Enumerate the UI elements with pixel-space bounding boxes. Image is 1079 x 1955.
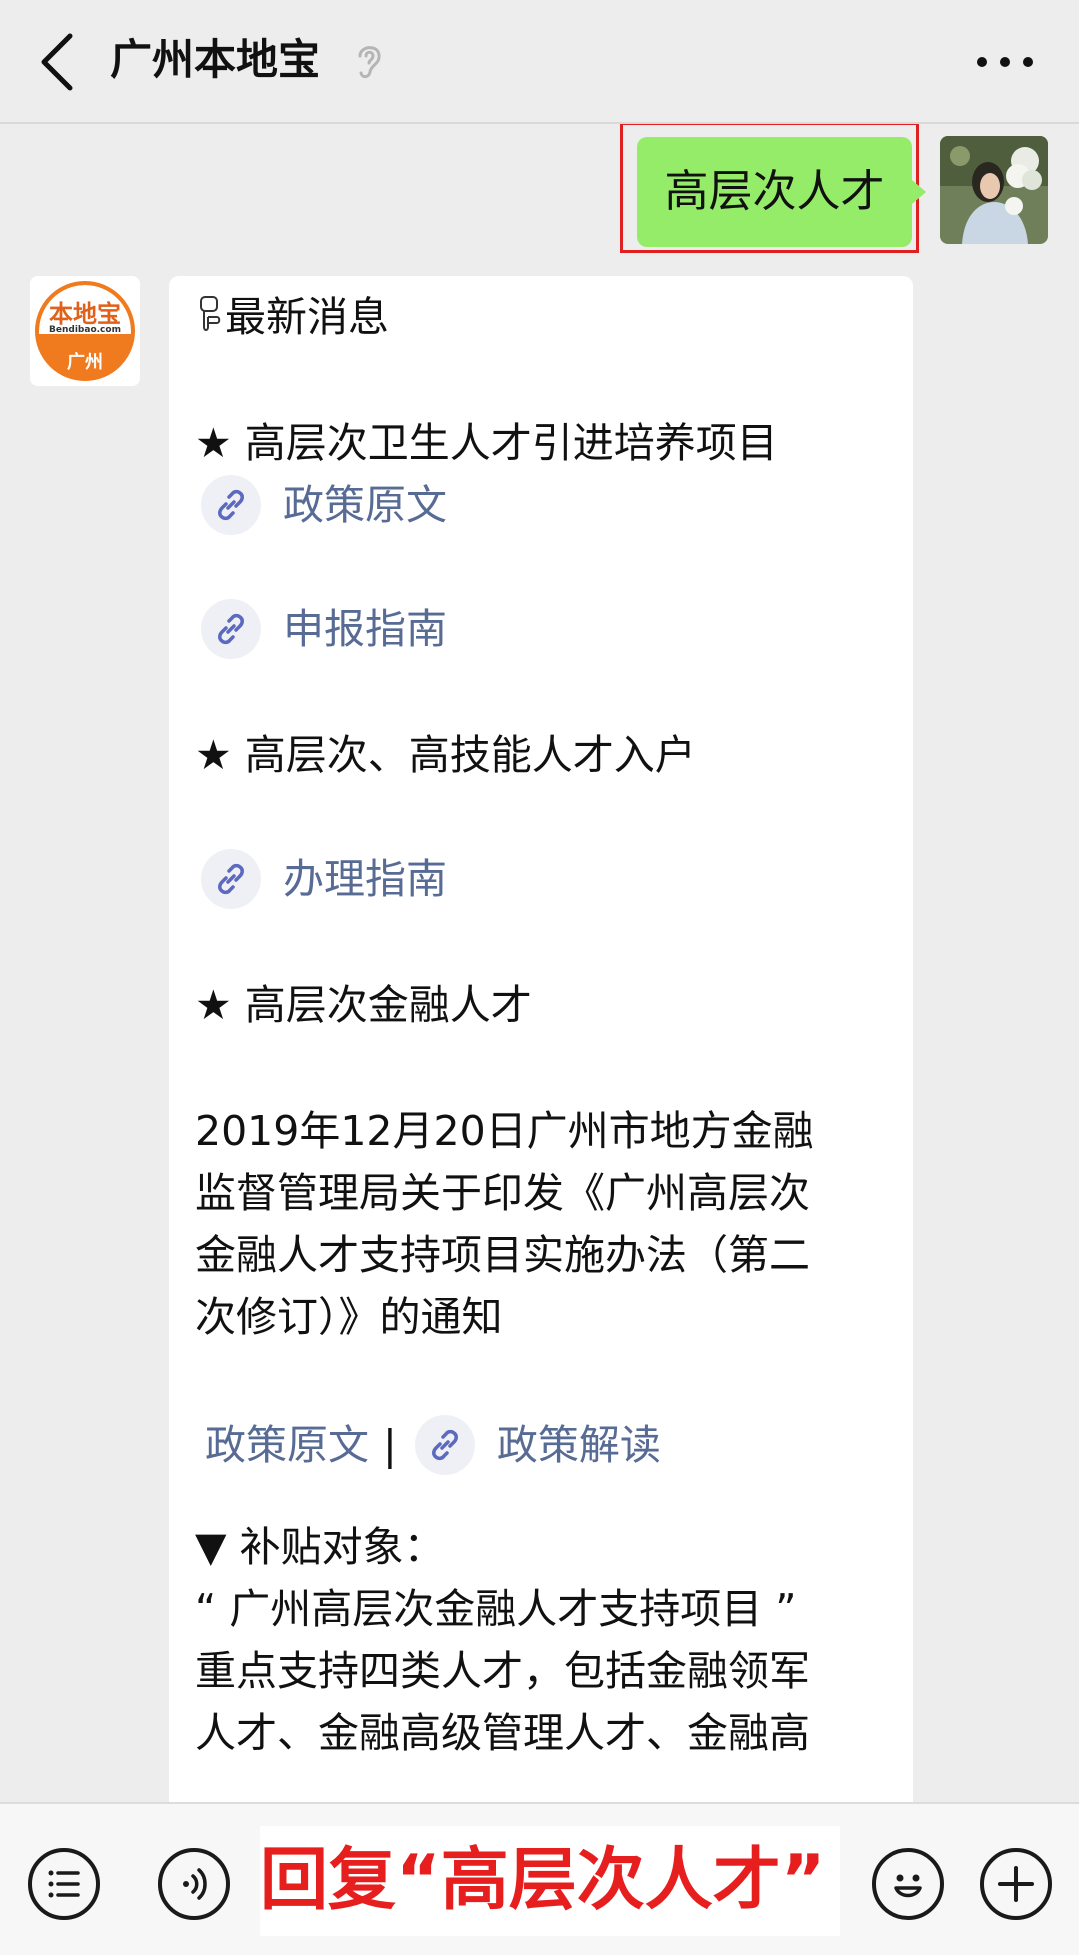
- notice-line-2: 监督管理局关于印发《广州高层次: [195, 1169, 810, 1217]
- ear-icon: [358, 46, 381, 79]
- voice-icon: [183, 1868, 207, 1900]
- link-label[interactable]: 申报指南: [283, 598, 447, 660]
- link-policy-original-finance[interactable]: 政策原文: [205, 1414, 369, 1476]
- notice-line-3: 金融人才支持项目实施办法（第二: [195, 1231, 810, 1279]
- plus-icon: [998, 1866, 1034, 1902]
- back-arrow-icon[interactable]: [28, 22, 88, 102]
- chat-area[interactable]: 高层次人才 本地宝 Bendibao.com 广州 最新消息 ★ 高层次卫生人才…: [0, 124, 1079, 1802]
- emoji-button[interactable]: [872, 1848, 944, 1920]
- logo-text-mid: Bendibao.com: [49, 325, 121, 335]
- link-icon: [414, 1415, 475, 1475]
- latest-news-label: 最新消息: [225, 293, 389, 341]
- logo-text-bottom: 广州: [67, 352, 103, 373]
- section-title-health: ★ 高层次卫生人才引进培养项目: [195, 419, 778, 467]
- finance-links-row: 政策原文 | 政策解读: [205, 1414, 887, 1476]
- pointing-hand-icon: [195, 292, 225, 336]
- plus-button[interactable]: [980, 1848, 1052, 1920]
- chat-header: 广州本地宝: [0, 0, 1079, 124]
- link-policy-original-health[interactable]: 政策原文: [201, 474, 887, 536]
- subsidy-title: ▼ 补贴对象：: [195, 1523, 445, 1571]
- link-icon: [201, 849, 261, 909]
- link-policy-interpretation[interactable]: 政策解读: [497, 1414, 661, 1476]
- input-toolbar: 回复“高层次人才”: [0, 1802, 1079, 1955]
- menu-list-button[interactable]: [28, 1848, 100, 1920]
- link-separator: |: [383, 1421, 397, 1469]
- bot-avatar[interactable]: 本地宝 Bendibao.com 广州: [30, 276, 140, 386]
- link-label[interactable]: 办理指南: [283, 848, 447, 910]
- latest-news-row: 最新消息: [195, 286, 887, 348]
- link-application-guide[interactable]: 申报指南: [201, 598, 887, 660]
- subsidy-line-3: 人才、金融高级管理人才、金融高: [195, 1709, 810, 1757]
- link-icon: [201, 475, 261, 535]
- user-message-bubble[interactable]: 高层次人才: [637, 137, 912, 247]
- voice-button[interactable]: [158, 1848, 230, 1920]
- user-avatar[interactable]: [940, 136, 1048, 244]
- chat-title: 广州本地宝: [110, 35, 321, 84]
- subsidy-line-2: 重点支持四类人才，包括金融领军: [195, 1647, 810, 1695]
- bot-message-bubble[interactable]: 最新消息 ★ 高层次卫生人才引进培养项目 政策原文 申报指南 ★ 高层次、高技能…: [169, 276, 913, 1802]
- notice-line-4: 次修订）》的通知: [195, 1293, 503, 1341]
- link-label[interactable]: 政策原文: [283, 474, 447, 536]
- user-bubble-tail: [912, 180, 926, 204]
- emoji-icon: [894, 1874, 922, 1898]
- menu-list-icon: [48, 1870, 80, 1898]
- link-handling-guide[interactable]: 办理指南: [201, 848, 887, 910]
- reply-hint-overlay: 回复“高层次人才”: [260, 1826, 840, 1936]
- more-options-icon[interactable]: [970, 42, 1040, 82]
- logo-text-top: 本地宝: [49, 300, 121, 328]
- section-title-finance: ★ 高层次金融人才: [195, 981, 532, 1029]
- section-title-hukou: ★ 高层次、高技能人才入户: [195, 731, 696, 779]
- notice-line-1: 2019年12月20日广州市地方金融: [195, 1107, 814, 1155]
- subsidy-line-1: “ 广州高层次金融人才支持项目 ”: [195, 1585, 797, 1633]
- link-icon: [201, 599, 261, 659]
